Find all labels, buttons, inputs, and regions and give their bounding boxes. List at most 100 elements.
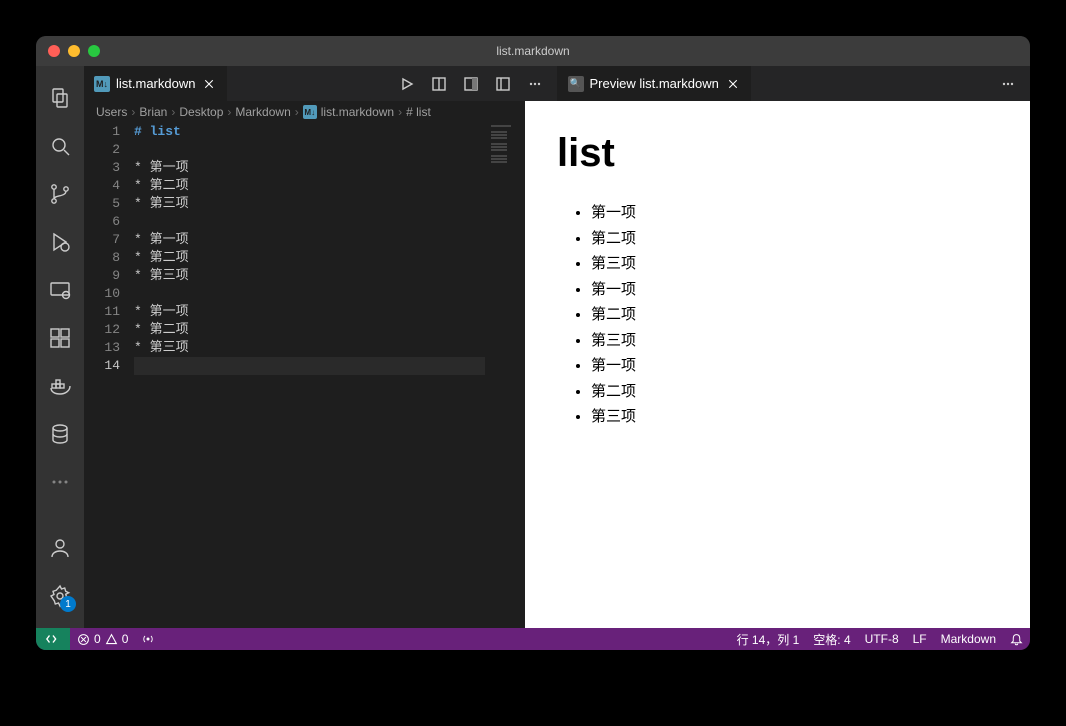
search-icon (48, 134, 72, 158)
list-item: 第三项 (591, 404, 998, 430)
activity-extensions[interactable] (36, 314, 84, 362)
split-editor-button[interactable] (457, 70, 485, 98)
code-text (134, 213, 525, 231)
activity-account[interactable] (36, 524, 84, 572)
line-number: 10 (84, 285, 120, 303)
activity-bottom: 1 (36, 524, 84, 628)
activity-run-debug[interactable] (36, 218, 84, 266)
more-actions-button[interactable] (994, 70, 1022, 98)
activity-bar: 1 (36, 66, 84, 628)
status-remote-button[interactable] (36, 628, 70, 650)
tab-preview[interactable]: 🔍 Preview list.markdown (558, 66, 752, 101)
list-item: 第二项 (591, 379, 998, 405)
status-ports[interactable] (135, 628, 161, 650)
editors-split: Users› Brian› Desktop› Markdown› M↓ list… (84, 101, 1030, 628)
line-number: 4 (84, 177, 120, 195)
status-right: 行 14，列 1 空格: 4 UTF-8 LF Markdown (730, 628, 1030, 650)
code-editor[interactable]: 1 2 3 4 5 6 7 8 9 10 11 12 13 (84, 123, 525, 628)
list-item: 第一项 (591, 277, 998, 303)
main-area: 1 M↓ list.markdown (36, 66, 1030, 628)
close-icon (203, 78, 215, 90)
editor-tabs-left: M↓ list.markdown (84, 66, 557, 101)
status-eol[interactable]: LF (906, 628, 934, 650)
status-indentation[interactable]: 空格: 4 (806, 628, 857, 650)
line-number: 5 (84, 195, 120, 213)
maximize-window-button[interactable] (88, 45, 100, 57)
activity-remote-explorer[interactable] (36, 266, 84, 314)
line-number: 7 (84, 231, 120, 249)
activity-database[interactable] (36, 410, 84, 458)
status-language-mode[interactable]: Markdown (934, 628, 1003, 650)
bell-icon (1010, 633, 1023, 646)
broadcast-icon (142, 633, 154, 645)
breadcrumbs[interactable]: Users› Brian› Desktop› Markdown› M↓ list… (84, 101, 525, 123)
breadcrumb-segment[interactable]: Desktop (179, 105, 223, 119)
branch-icon (48, 182, 72, 206)
minimap[interactable] (485, 123, 525, 628)
remote-indicator-icon (46, 632, 60, 646)
chevron-right-icon: › (171, 105, 175, 119)
titlebar[interactable]: list.markdown (36, 36, 1030, 66)
play-icon (399, 76, 415, 92)
ellipsis-icon (527, 76, 543, 92)
activity-settings[interactable]: 1 (36, 572, 84, 620)
activity-more[interactable] (36, 458, 84, 506)
list-item: 第二项 (591, 226, 998, 252)
error-icon (77, 633, 90, 646)
editor-tabs-right: 🔍 Preview list.markdown (557, 66, 1031, 101)
code-text (134, 141, 525, 159)
preview-side-icon (431, 76, 447, 92)
preview-tab-actions (986, 66, 1030, 101)
preview-file-icon: 🔍 (568, 76, 584, 92)
status-encoding[interactable]: UTF-8 (858, 628, 906, 650)
list-item: 第一项 (591, 353, 998, 379)
close-tab-button[interactable] (725, 76, 741, 92)
line-number: 14 (84, 357, 120, 375)
activity-source-control[interactable] (36, 170, 84, 218)
preview-list: 第一项 第二项 第三项 第一项 第二项 第三项 第一项 第二项 第三项 (557, 200, 998, 430)
layout-button[interactable] (489, 70, 517, 98)
activity-explorer[interactable] (36, 74, 84, 122)
breadcrumb-segment[interactable]: Markdown (235, 105, 290, 119)
chevron-right-icon: › (398, 105, 402, 119)
activity-docker[interactable] (36, 362, 84, 410)
line-number: 8 (84, 249, 120, 267)
docker-icon (48, 374, 72, 398)
editor-pane: Users› Brian› Desktop› Markdown› M↓ list… (84, 101, 525, 628)
breadcrumb-segment[interactable]: list.markdown (321, 105, 394, 119)
traffic-lights (48, 45, 100, 57)
code-text: * 第三项 (134, 267, 525, 285)
activity-search[interactable] (36, 122, 84, 170)
code-text: * 第三项 (134, 195, 525, 213)
markdown-file-icon: M↓ (94, 76, 110, 92)
breadcrumb-segment[interactable]: Users (96, 105, 127, 119)
close-window-button[interactable] (48, 45, 60, 57)
ellipsis-icon (48, 470, 72, 494)
chevron-right-icon: › (131, 105, 135, 119)
status-problems[interactable]: 0 0 (70, 628, 135, 650)
status-notifications[interactable] (1003, 628, 1030, 650)
code-lines[interactable]: # list * 第一项 * 第二项 * 第三项 * 第一项 * 第二项 * 第… (134, 123, 525, 628)
tab-editor[interactable]: M↓ list.markdown (84, 66, 228, 101)
markdown-preview[interactable]: list 第一项 第二项 第三项 第一项 第二项 第三项 第一项 第二项 第三项 (525, 101, 1030, 628)
code-text: * 第二项 (134, 249, 525, 267)
files-icon (48, 86, 72, 110)
close-tab-button[interactable] (201, 76, 217, 92)
breadcrumb-symbol[interactable]: # list (406, 105, 431, 119)
list-item: 第一项 (591, 200, 998, 226)
code-text: * 第一项 (134, 159, 525, 177)
open-preview-side-button[interactable] (425, 70, 453, 98)
list-item: 第三项 (591, 328, 998, 354)
chevron-right-icon: › (295, 105, 299, 119)
code-text (134, 285, 525, 303)
run-button[interactable] (393, 70, 421, 98)
tabs-row: M↓ list.markdown (84, 66, 1030, 101)
breadcrumb-segment[interactable]: Brian (139, 105, 167, 119)
error-count: 0 (94, 632, 101, 646)
warning-icon (105, 633, 118, 646)
window-title: list.markdown (496, 44, 569, 58)
minimize-window-button[interactable] (68, 45, 80, 57)
line-number: 6 (84, 213, 120, 231)
status-cursor-position[interactable]: 行 14，列 1 (730, 628, 807, 650)
more-actions-button[interactable] (521, 70, 549, 98)
